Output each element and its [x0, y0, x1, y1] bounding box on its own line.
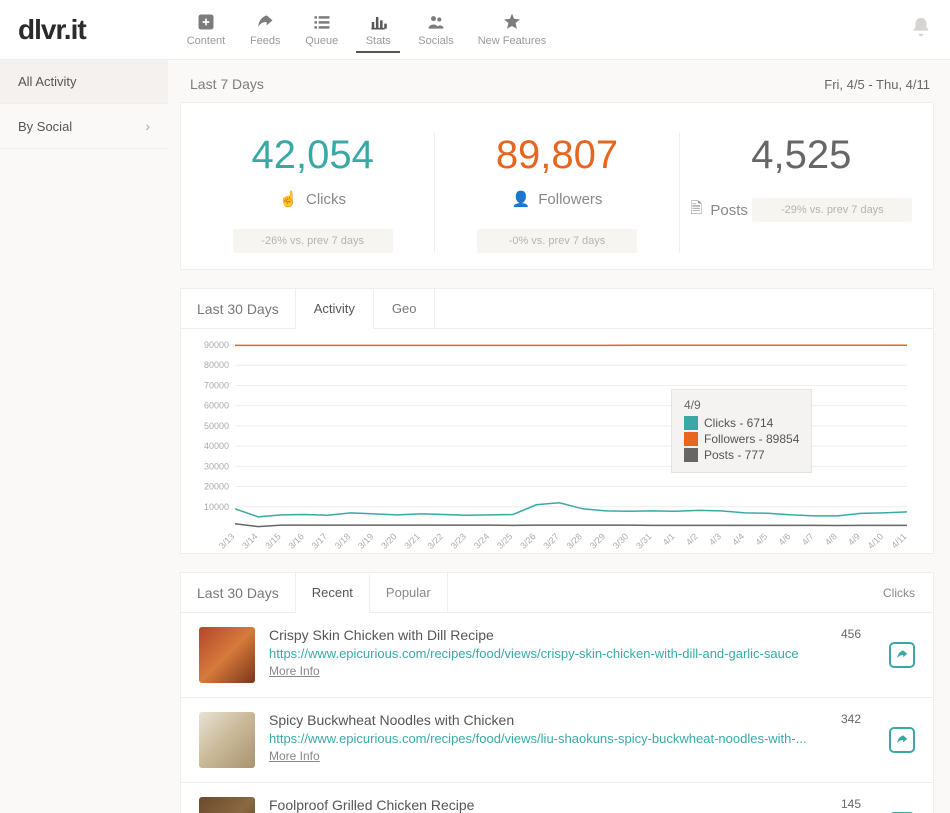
- post-title: Crispy Skin Chicken with Dill Recipe: [269, 627, 807, 643]
- users-icon: [426, 10, 446, 34]
- chevron-right-icon: ›: [145, 118, 150, 134]
- metric-posts: 4,525 🗎Posts -29% vs. prev 7 days: [680, 133, 923, 253]
- svg-text:3/16: 3/16: [286, 531, 305, 549]
- post-title: Spicy Buckwheat Noodles with Chicken: [269, 712, 807, 728]
- svg-text:3/17: 3/17: [310, 531, 329, 549]
- svg-text:4/6: 4/6: [777, 531, 793, 547]
- chart-tooltip: 4/9 Clicks - 6714 Followers - 89854 Post…: [671, 389, 812, 473]
- chart-period: Last 30 Days: [181, 289, 296, 328]
- svg-text:50000: 50000: [204, 421, 229, 431]
- sidebar: All Activity By Social›: [0, 60, 168, 813]
- post-clicks: 145: [821, 797, 861, 811]
- nav-feeds[interactable]: Feeds: [243, 6, 287, 53]
- chart-tab-activity[interactable]: Activity: [296, 290, 374, 329]
- svg-text:20000: 20000: [204, 482, 229, 492]
- svg-text:60000: 60000: [204, 401, 229, 411]
- svg-text:3/19: 3/19: [356, 531, 375, 549]
- chart-panel: Last 30 Days Activity Geo 10000 20000 3000…: [180, 288, 934, 554]
- chart-tab-geo[interactable]: Geo: [374, 289, 436, 328]
- svg-text:4/3: 4/3: [707, 531, 723, 547]
- nav-socials[interactable]: Socials: [412, 6, 459, 53]
- list-item: Foolproof Grilled Chicken Recipe https:/…: [181, 783, 933, 813]
- svg-text:3/28: 3/28: [565, 531, 584, 549]
- more-info-link[interactable]: More Info: [269, 749, 320, 763]
- svg-text:3/29: 3/29: [588, 531, 607, 549]
- nav-content[interactable]: Content: [181, 6, 232, 53]
- post-url[interactable]: https://www.epicurious.com/recipes/food/…: [269, 731, 807, 746]
- svg-text:4/1: 4/1: [661, 531, 677, 547]
- svg-text:3/14: 3/14: [240, 531, 259, 549]
- nav-queue[interactable]: Queue: [299, 6, 344, 53]
- plus-square-icon: [196, 10, 216, 34]
- svg-text:4/10: 4/10: [866, 531, 885, 549]
- list-period: Last 30 Days: [181, 573, 296, 612]
- svg-text:30000: 30000: [204, 461, 229, 471]
- svg-text:3/23: 3/23: [449, 531, 468, 549]
- thumbnail: [199, 712, 255, 768]
- list-clicks-header: Clicks: [883, 586, 915, 600]
- sidebar-by-social[interactable]: By Social›: [0, 104, 168, 149]
- svg-text:40000: 40000: [204, 441, 229, 451]
- notifications-bell-icon[interactable]: [910, 16, 932, 44]
- date-range: Fri, 4/5 - Thu, 4/11: [824, 77, 930, 92]
- user-icon: 👤: [512, 190, 531, 208]
- pointer-icon: ☝: [279, 190, 298, 208]
- top-nav: Content Feeds Queue Stats Socials New Fe…: [181, 6, 553, 53]
- svg-text:70000: 70000: [204, 380, 229, 390]
- svg-text:3/15: 3/15: [263, 531, 282, 549]
- document-icon: 🗎: [690, 198, 702, 223]
- metric-followers: 89,807 👤Followers -0% vs. prev 7 days: [435, 133, 679, 253]
- svg-text:90000: 90000: [204, 340, 229, 350]
- svg-text:3/27: 3/27: [541, 531, 560, 549]
- bar-chart-icon: [368, 10, 388, 34]
- list-item: Crispy Skin Chicken with Dill Recipe htt…: [181, 613, 933, 698]
- more-info-link[interactable]: More Info: [269, 664, 320, 678]
- thumbnail: [199, 797, 255, 813]
- sidebar-all-activity[interactable]: All Activity: [0, 60, 168, 104]
- svg-text:4/11: 4/11: [889, 531, 908, 549]
- post-clicks: 342: [821, 712, 861, 726]
- svg-text:4/9: 4/9: [846, 531, 862, 547]
- post-title: Foolproof Grilled Chicken Recipe: [269, 797, 807, 813]
- svg-text:80000: 80000: [204, 360, 229, 370]
- list-tab-popular[interactable]: Popular: [370, 573, 448, 612]
- list-item: Spicy Buckwheat Noodles with Chicken htt…: [181, 698, 933, 783]
- svg-text:3/30: 3/30: [611, 531, 630, 549]
- logo: dlvr.it: [18, 14, 86, 46]
- share-button[interactable]: [889, 727, 915, 753]
- thumbnail: [199, 627, 255, 683]
- svg-text:4/8: 4/8: [823, 531, 839, 547]
- post-clicks: 456: [821, 627, 861, 641]
- svg-text:4/2: 4/2: [684, 531, 700, 547]
- svg-text:3/26: 3/26: [518, 531, 537, 549]
- list-icon: [312, 10, 332, 34]
- svg-text:3/25: 3/25: [495, 531, 514, 549]
- svg-text:3/22: 3/22: [425, 531, 444, 549]
- svg-text:3/21: 3/21: [402, 531, 421, 549]
- svg-text:3/24: 3/24: [472, 531, 491, 549]
- posts-list: Last 30 Days Recent Popular Clicks Crisp…: [180, 572, 934, 813]
- summary-period: Last 7 Days: [190, 76, 264, 92]
- nav-new-features[interactable]: New Features: [472, 6, 552, 53]
- svg-text:3/20: 3/20: [379, 531, 398, 549]
- metric-clicks: 42,054 ☝Clicks -26% vs. prev 7 days: [191, 133, 435, 253]
- svg-text:3/13: 3/13: [217, 531, 236, 549]
- svg-text:4/4: 4/4: [730, 531, 746, 547]
- post-url[interactable]: https://www.epicurious.com/recipes/food/…: [269, 646, 807, 661]
- svg-text:3/31: 3/31: [634, 531, 653, 549]
- share-button[interactable]: [889, 642, 915, 668]
- svg-text:3/18: 3/18: [333, 531, 352, 549]
- nav-stats[interactable]: Stats: [356, 6, 400, 53]
- svg-text:4/7: 4/7: [800, 531, 816, 547]
- svg-text:4/5: 4/5: [753, 531, 769, 547]
- share-arrow-icon: [255, 10, 275, 34]
- svg-text:10000: 10000: [204, 502, 229, 512]
- list-tab-recent[interactable]: Recent: [296, 574, 370, 613]
- star-icon: [502, 10, 522, 34]
